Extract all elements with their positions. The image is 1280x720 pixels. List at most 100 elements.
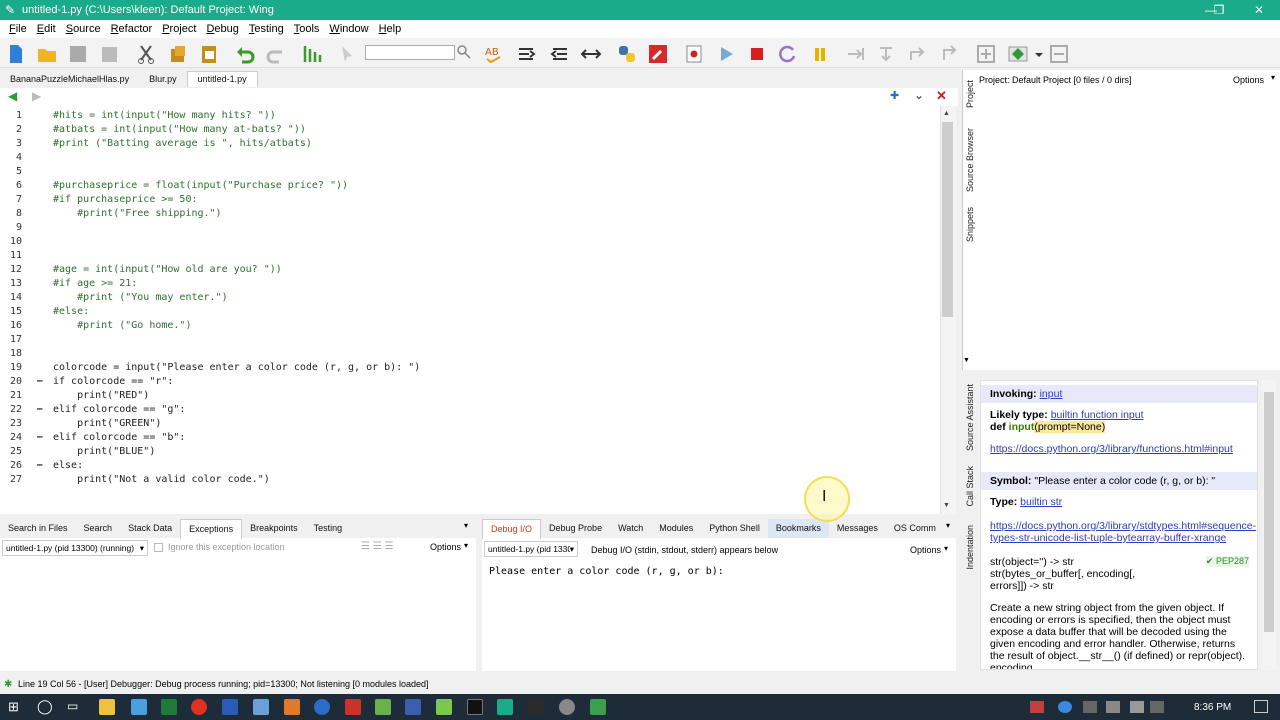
vtab-indentation[interactable]: Indentation xyxy=(965,525,975,570)
frame-dropdown-icon[interactable] xyxy=(1034,42,1044,66)
task-view-icon[interactable]: ▭ xyxy=(67,699,78,713)
tab-modules[interactable]: Modules xyxy=(651,519,701,538)
code-editor[interactable]: 1 #hits = int(input("How many hits? ")) 2 #… xyxy=(0,106,940,514)
menu-file[interactable]: File xyxy=(4,23,32,35)
file-explorer-icon[interactable] xyxy=(99,699,115,715)
tray-keyboard-icon[interactable] xyxy=(1150,701,1164,713)
step-out-icon[interactable] xyxy=(906,42,930,66)
tray-cloud-icon[interactable] xyxy=(1058,701,1072,713)
vtab-source-browser[interactable]: Source Browser xyxy=(965,128,975,192)
tab-breakpoints[interactable]: Breakpoints xyxy=(242,519,306,538)
new-file-icon[interactable] xyxy=(4,42,28,66)
undo-icon[interactable] xyxy=(233,42,257,66)
tab-python-shell[interactable]: Python Shell xyxy=(701,519,768,538)
panel-collapse-icon[interactable]: ▼ xyxy=(963,357,970,364)
app-icon-3[interactable] xyxy=(405,699,421,715)
invoking-link[interactable]: input xyxy=(1040,388,1063,400)
pointer-icon[interactable] xyxy=(336,42,360,66)
wing-taskbar-icon[interactable] xyxy=(497,699,513,715)
maximize-icon[interactable]: ❐ xyxy=(1200,0,1238,20)
scroll-down-icon[interactable]: ▼ xyxy=(943,502,950,509)
vtab-project[interactable]: Project xyxy=(965,80,975,108)
indent-right-icon[interactable] xyxy=(515,42,539,66)
cut-icon[interactable] xyxy=(134,42,158,66)
tab-bananapuzzle[interactable]: BananaPuzzleMichaelHlas.py xyxy=(0,72,139,87)
code-line[interactable]: #if purchaseprice >= 50: xyxy=(53,194,198,205)
tab-os-commands[interactable]: OS Comm xyxy=(886,519,944,538)
editor-scrollbar-thumb[interactable] xyxy=(942,122,953,317)
doc-link-str[interactable]: https://docs.python.org/3/library/stdtyp… xyxy=(990,520,1256,544)
menu-debug[interactable]: Debug xyxy=(201,23,243,35)
menu-tools[interactable]: Tools xyxy=(289,23,325,35)
terminal-icon[interactable] xyxy=(467,699,483,715)
project-options[interactable]: Options xyxy=(1233,75,1264,85)
fold-marker-icon[interactable]: ━ xyxy=(37,460,42,471)
fold-marker-icon[interactable]: ━ xyxy=(37,432,42,443)
powershell-icon[interactable] xyxy=(528,699,544,715)
debug-io-options[interactable]: Options xyxy=(910,545,941,555)
code-line[interactable]: #else: xyxy=(53,306,89,317)
indent-guide-icon[interactable] xyxy=(300,42,324,66)
frame-down-icon[interactable] xyxy=(1047,42,1071,66)
save-all-icon[interactable] xyxy=(97,42,121,66)
menu-source[interactable]: Source xyxy=(61,23,106,35)
code-line[interactable]: #print("Free shipping.") xyxy=(53,208,222,219)
debug-io-output[interactable]: Please enter a color code (r, g, or b): xyxy=(489,566,724,577)
close-window-icon[interactable]: ✕ xyxy=(1240,0,1278,20)
stop-icon[interactable] xyxy=(745,42,769,66)
code-line[interactable]: print("Not a valid color code.") xyxy=(53,474,270,485)
app-icon-5[interactable] xyxy=(590,699,606,715)
open-folder-icon[interactable] xyxy=(35,42,59,66)
code-line[interactable]: if colorcode == "r": xyxy=(53,376,173,387)
code-line[interactable]: print("RED") xyxy=(53,390,149,401)
scroll-up-icon[interactable]: ▲ xyxy=(943,110,950,117)
vtab-snippets[interactable]: Snippets xyxy=(965,207,975,242)
debug-process-select[interactable]: untitled-1.py (pid 1330 ▾ xyxy=(484,541,578,557)
pause-icon[interactable] xyxy=(808,42,832,66)
code-line[interactable]: print("BLUE") xyxy=(53,446,155,457)
redo-icon[interactable] xyxy=(264,42,288,66)
copy-icon[interactable] xyxy=(166,42,190,66)
filezilla-icon[interactable] xyxy=(345,699,361,715)
assistant-scrollbar-thumb[interactable] xyxy=(1264,392,1274,632)
fold-marker-icon[interactable]: ━ xyxy=(37,404,42,415)
python-icon[interactable] xyxy=(615,42,639,66)
options-chevron-icon[interactable]: ⌄ xyxy=(914,88,924,102)
app-icon-2[interactable] xyxy=(314,699,330,715)
indent-left-icon[interactable] xyxy=(547,42,571,66)
frame-diamond-icon[interactable] xyxy=(1006,42,1030,66)
firefox-icon[interactable] xyxy=(284,699,300,715)
exception-process-select[interactable]: untitled-1.py (pid 13300) (running) ▾ xyxy=(2,540,148,556)
notifications-icon[interactable] xyxy=(1254,700,1268,713)
vtab-call-stack[interactable]: Call Stack xyxy=(965,466,975,507)
code-line[interactable]: #print ("You may enter.") xyxy=(53,292,228,303)
settings-gear-icon[interactable] xyxy=(559,699,575,715)
tab-debug-io[interactable]: Debug I/O xyxy=(482,518,542,539)
store-icon[interactable] xyxy=(131,699,147,715)
breakpoint-icon[interactable] xyxy=(682,42,706,66)
ignore-exception-checkbox[interactable] xyxy=(154,543,163,552)
type-link[interactable]: builtin str xyxy=(1020,496,1062,508)
taskbar-clock[interactable]: 8:36 PM xyxy=(1194,702,1231,713)
app-icon-1[interactable] xyxy=(253,699,269,715)
app-icon-4[interactable] xyxy=(436,699,452,715)
save-icon[interactable] xyxy=(66,42,90,66)
br-tabs-menu-icon[interactable]: ▾ xyxy=(946,521,950,530)
project-options-caret-icon[interactable]: ▾ xyxy=(1271,73,1275,82)
tab-search-in-files[interactable]: Search in Files xyxy=(0,519,76,538)
tab-bookmarks[interactable]: Bookmarks xyxy=(767,519,829,538)
tab-stack-data[interactable]: Stack Data xyxy=(120,519,180,538)
restart-icon[interactable] xyxy=(776,42,800,66)
menu-window[interactable]: Window xyxy=(324,23,373,35)
code-line[interactable]: elif colorcode == "b": xyxy=(53,432,185,443)
pin-icon[interactable]: ✚ xyxy=(890,89,899,102)
windows-start-icon[interactable]: ⊞ xyxy=(8,699,19,715)
tab-untitled-1[interactable]: untitled-1.py xyxy=(186,71,258,87)
opera-icon[interactable] xyxy=(191,699,207,715)
toolbar-search-input[interactable] xyxy=(365,45,455,60)
tab-blur[interactable]: Blur.py xyxy=(139,72,187,87)
back-arrow-icon[interactable]: ◀ xyxy=(8,89,17,103)
tray-network-icon[interactable] xyxy=(1106,701,1120,713)
exceptions-options-caret-icon[interactable]: ▾ xyxy=(464,541,468,550)
search-circle-icon[interactable]: ◯ xyxy=(37,698,53,715)
